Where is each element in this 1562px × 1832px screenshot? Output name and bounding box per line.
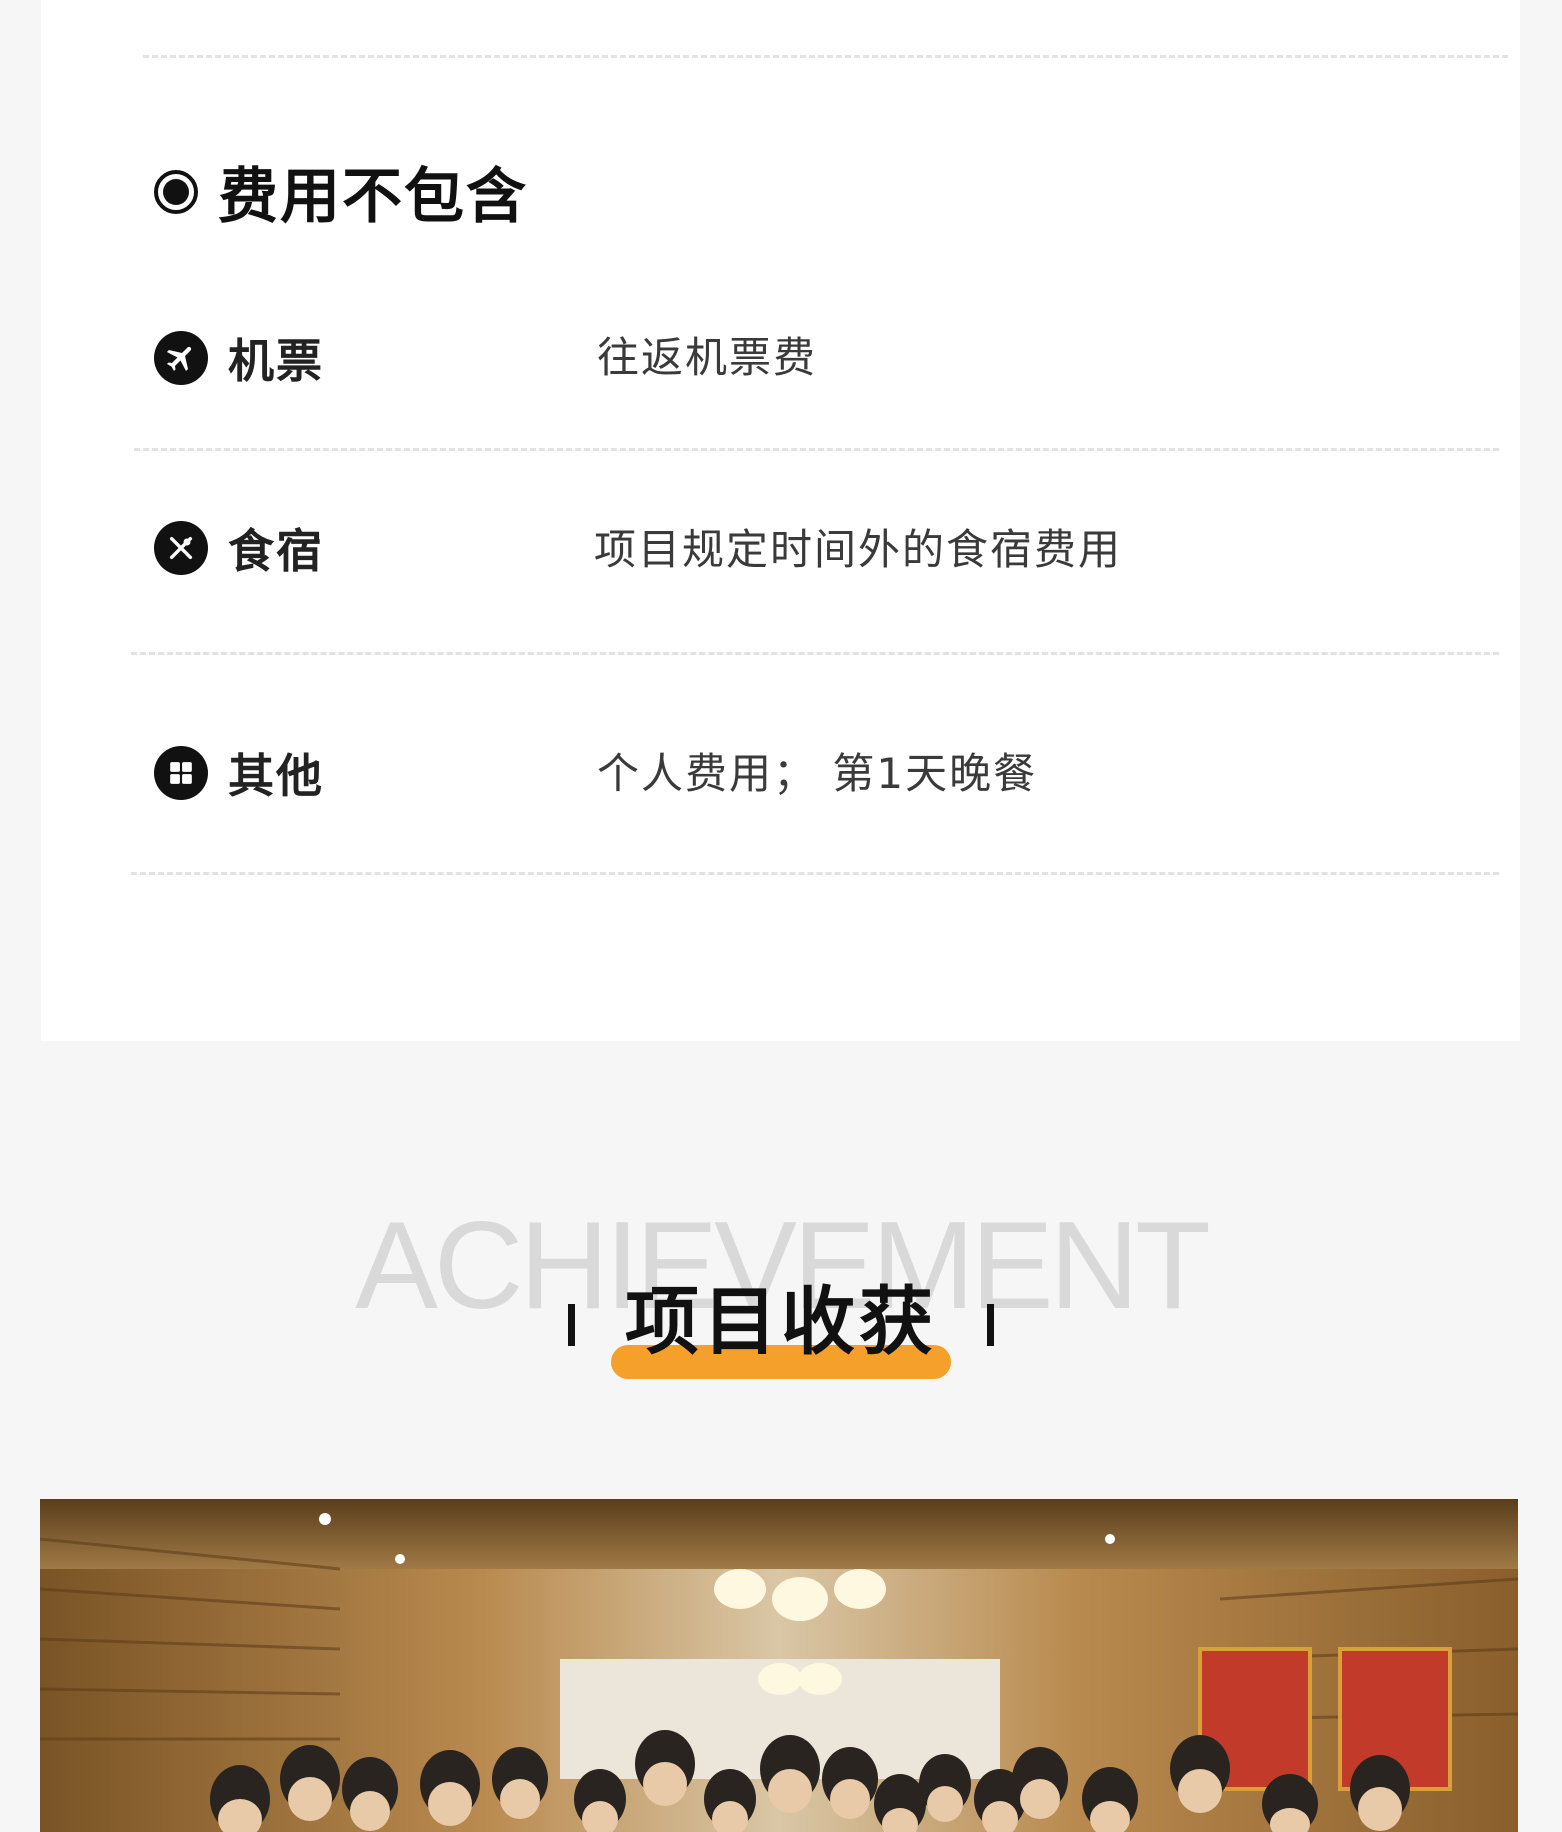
item-value: 往返机票费 [597, 333, 818, 382]
achievement-title-text: 项目收获 [625, 1279, 937, 1365]
achievement-heading: 项目收获 [0, 1262, 1562, 1379]
heading-bar-right [987, 1303, 994, 1346]
divider [131, 872, 1499, 875]
item-label: 食宿 [228, 524, 324, 578]
bullet-icon [154, 169, 198, 214]
section-title: 费用不包含 [218, 162, 528, 232]
item-row-lodging: 食宿 [154, 515, 324, 581]
group-photo [40, 1499, 1518, 1832]
fork-knife-icon [154, 521, 208, 575]
item-value: 个人费用； 第1天晚餐 [597, 749, 1038, 798]
item-label: 其他 [228, 749, 324, 803]
section-heading: 费用不包含 [154, 148, 528, 235]
achievement-title: 项目收获 [611, 1262, 951, 1379]
divider [143, 55, 1508, 58]
item-value: 项目规定时间外的食宿费用 [594, 525, 1123, 574]
item-row-flight: 机票 [154, 325, 324, 391]
airplane-icon [154, 331, 208, 385]
divider [134, 448, 1499, 451]
grid-icon [154, 746, 208, 800]
divider [131, 652, 1499, 655]
item-row-other: 其他 [154, 740, 324, 806]
heading-bar-left [568, 1303, 575, 1346]
item-label: 机票 [228, 334, 324, 388]
